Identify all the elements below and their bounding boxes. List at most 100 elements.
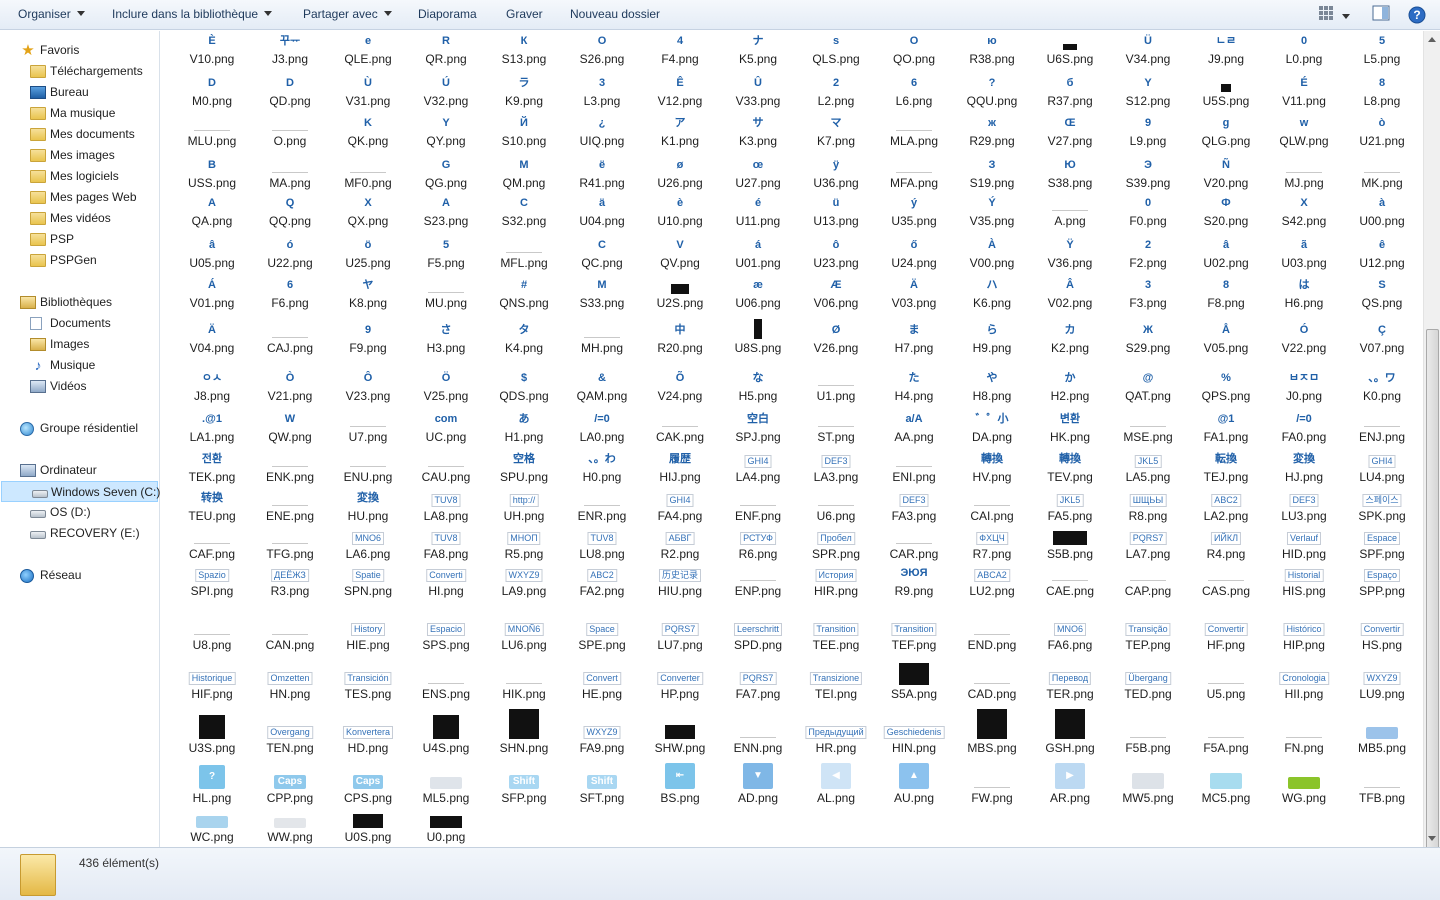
file-item[interactable]: C QC.png bbox=[563, 236, 641, 272]
file-item[interactable]: TFB.png bbox=[1343, 771, 1421, 807]
file-item[interactable]: MB5.png bbox=[1343, 721, 1421, 757]
file-item[interactable]: ◀ AL.png bbox=[797, 763, 875, 807]
file-item[interactable]: ▶ AR.png bbox=[1031, 763, 1109, 807]
file-item[interactable]: Э S39.png bbox=[1109, 156, 1187, 192]
file-item[interactable]: 전환 TEK.png bbox=[173, 450, 251, 486]
file-item[interactable]: CAU.png bbox=[407, 450, 485, 486]
file-item[interactable]: カ K2.png bbox=[1031, 321, 1109, 357]
file-item[interactable]: 4 F4.png bbox=[641, 32, 719, 68]
file-item[interactable]: S QS.png bbox=[1343, 276, 1421, 312]
nav-drive-2[interactable]: RECOVERY (E:) bbox=[30, 523, 140, 544]
file-item[interactable]: w QLW.png bbox=[1265, 114, 1343, 150]
file-item[interactable]: @1 FA1.png bbox=[1187, 410, 1265, 446]
file-item[interactable]: U6S.png bbox=[1031, 32, 1109, 68]
file-item[interactable]: TUV8 FA8.png bbox=[407, 527, 485, 563]
file-item[interactable]: Â V02.png bbox=[1031, 276, 1109, 312]
file-item[interactable]: U7.png bbox=[329, 410, 407, 446]
file-item[interactable]: TFG.png bbox=[251, 527, 329, 563]
file-item[interactable]: U5S.png bbox=[1187, 74, 1265, 110]
file-item[interactable]: MJ.png bbox=[1265, 156, 1343, 192]
file-item[interactable]: た H4.png bbox=[875, 369, 953, 405]
file-item[interactable]: O.png bbox=[251, 114, 329, 150]
file-item[interactable]: Leerschritt SPD.png bbox=[719, 618, 797, 654]
file-item[interactable]: ENI.png bbox=[875, 450, 953, 486]
file-item[interactable]: 2 L2.png bbox=[797, 74, 875, 110]
file-item[interactable]: http:// UH.png bbox=[485, 489, 563, 525]
file-item[interactable]: END.png bbox=[953, 618, 1031, 654]
file-item[interactable]: 转换 TEU.png bbox=[173, 489, 251, 525]
file-item[interactable]: ü U13.png bbox=[797, 194, 875, 230]
file-item[interactable]: A.png bbox=[1031, 194, 1109, 230]
file-item[interactable]: ? QQU.png bbox=[953, 74, 1031, 110]
nav-drive-1[interactable]: OS (D:) bbox=[30, 502, 91, 523]
file-item[interactable]: GHI4 LU4.png bbox=[1343, 450, 1421, 486]
file-item[interactable]: U0S.png bbox=[329, 810, 407, 846]
file-item[interactable]: ФХЦЧ R7.png bbox=[953, 527, 1031, 563]
file-item[interactable]: MK.png bbox=[1343, 156, 1421, 192]
file-item[interactable]: Q QQ.png bbox=[251, 194, 329, 230]
file-item[interactable]: MNO6 FA6.png bbox=[1031, 618, 1109, 654]
file-item[interactable]: U0.png bbox=[407, 810, 485, 846]
file-item[interactable]: タ K4.png bbox=[485, 321, 563, 357]
nav-favorites[interactable]: ★ Favoris bbox=[21, 40, 79, 61]
file-item[interactable]: Й S10.png bbox=[485, 114, 563, 150]
file-item[interactable]: Ÿ V36.png bbox=[1031, 236, 1109, 272]
file-item[interactable]: e QLE.png bbox=[329, 32, 407, 68]
file-item[interactable]: WXYZ9 LU9.png bbox=[1343, 667, 1421, 703]
nav-item-vid-os[interactable]: Vidéos bbox=[30, 376, 86, 397]
file-item[interactable]: ▲ AU.png bbox=[875, 763, 953, 807]
file-item[interactable]: Verlauf HID.png bbox=[1265, 527, 1343, 563]
file-item[interactable]: ナ K5.png bbox=[719, 32, 797, 68]
nav-item-t-l-chargements[interactable]: Téléchargements bbox=[30, 61, 143, 82]
file-item[interactable]: ENJ.png bbox=[1343, 410, 1421, 446]
file-item[interactable]: ő U24.png bbox=[875, 236, 953, 272]
file-item[interactable]: 3 F3.png bbox=[1109, 276, 1187, 312]
file-item[interactable]: Transición TES.png bbox=[329, 667, 407, 703]
file-item[interactable]: ⇤ BS.png bbox=[641, 763, 719, 807]
file-item[interactable]: 、。ワ K0.png bbox=[1343, 369, 1421, 405]
file-item[interactable]: Geschiedenis HIN.png bbox=[875, 721, 953, 757]
file-item[interactable]: Historial HIS.png bbox=[1265, 564, 1343, 600]
file-item[interactable]: Histórico HIP.png bbox=[1265, 618, 1343, 654]
file-item[interactable]: ENN.png bbox=[719, 721, 797, 757]
file-item[interactable]: 3 L3.png bbox=[563, 74, 641, 110]
file-item[interactable]: á U01.png bbox=[719, 236, 797, 272]
file-item[interactable]: 空格 SPU.png bbox=[485, 450, 563, 486]
file-item[interactable]: ДЕЁЖЗ R3.png bbox=[251, 564, 329, 600]
file-item[interactable]: Пробел SPR.png bbox=[797, 527, 875, 563]
file-item[interactable]: @ QAT.png bbox=[1109, 369, 1187, 405]
file-item[interactable]: CAN.png bbox=[251, 618, 329, 654]
file-item[interactable]: 、。わ H0.png bbox=[563, 450, 641, 486]
file-item[interactable]: ABCA2 LU2.png bbox=[953, 564, 1031, 600]
file-item[interactable]: 9 L9.png bbox=[1109, 114, 1187, 150]
file-item[interactable]: ラ K9.png bbox=[485, 74, 563, 110]
file-item[interactable]: # QNS.png bbox=[485, 276, 563, 312]
file-item[interactable]: 历史记录 HIU.png bbox=[641, 564, 719, 600]
file-item[interactable]: 9 F9.png bbox=[329, 321, 407, 357]
file-item[interactable]: な H5.png bbox=[719, 369, 797, 405]
file-item[interactable]: WXYZ9 FA9.png bbox=[563, 721, 641, 757]
file-item[interactable]: MBS.png bbox=[953, 709, 1031, 757]
file-item[interactable]: Œ V27.png bbox=[1031, 114, 1109, 150]
file-item[interactable]: GHI4 FA4.png bbox=[641, 489, 719, 525]
nav-item-musique[interactable]: ♪ Musique bbox=[35, 355, 96, 376]
file-item[interactable]: JKL5 LA5.png bbox=[1109, 450, 1187, 486]
file-item[interactable]: DEF3 LU3.png bbox=[1265, 489, 1343, 525]
file-item[interactable]: ENP.png bbox=[719, 564, 797, 600]
file-item[interactable]: â U05.png bbox=[173, 236, 251, 272]
file-item[interactable]: Ф S20.png bbox=[1187, 194, 1265, 230]
file-item[interactable]: ハ K6.png bbox=[953, 276, 1031, 312]
file-item[interactable]: Ø V26.png bbox=[797, 321, 875, 357]
file-item[interactable]: ШЩЬЫ R8.png bbox=[1109, 489, 1187, 525]
nav-libraries[interactable]: Bibliothèques bbox=[20, 292, 112, 313]
file-item[interactable]: TUV8 LA8.png bbox=[407, 489, 485, 525]
file-item[interactable]: O S26.png bbox=[563, 32, 641, 68]
file-item[interactable]: ã U03.png bbox=[1265, 236, 1343, 272]
file-item[interactable]: 変換 HJ.png bbox=[1265, 450, 1343, 486]
file-item[interactable]: ST.png bbox=[797, 410, 875, 446]
file-item[interactable]: Transition TEE.png bbox=[797, 618, 875, 654]
file-item[interactable]: ¿ UIQ.png bbox=[563, 114, 641, 150]
file-item[interactable]: ю R38.png bbox=[953, 32, 1031, 68]
file-item[interactable]: W QW.png bbox=[251, 410, 329, 446]
file-item[interactable]: U5.png bbox=[1187, 667, 1265, 703]
